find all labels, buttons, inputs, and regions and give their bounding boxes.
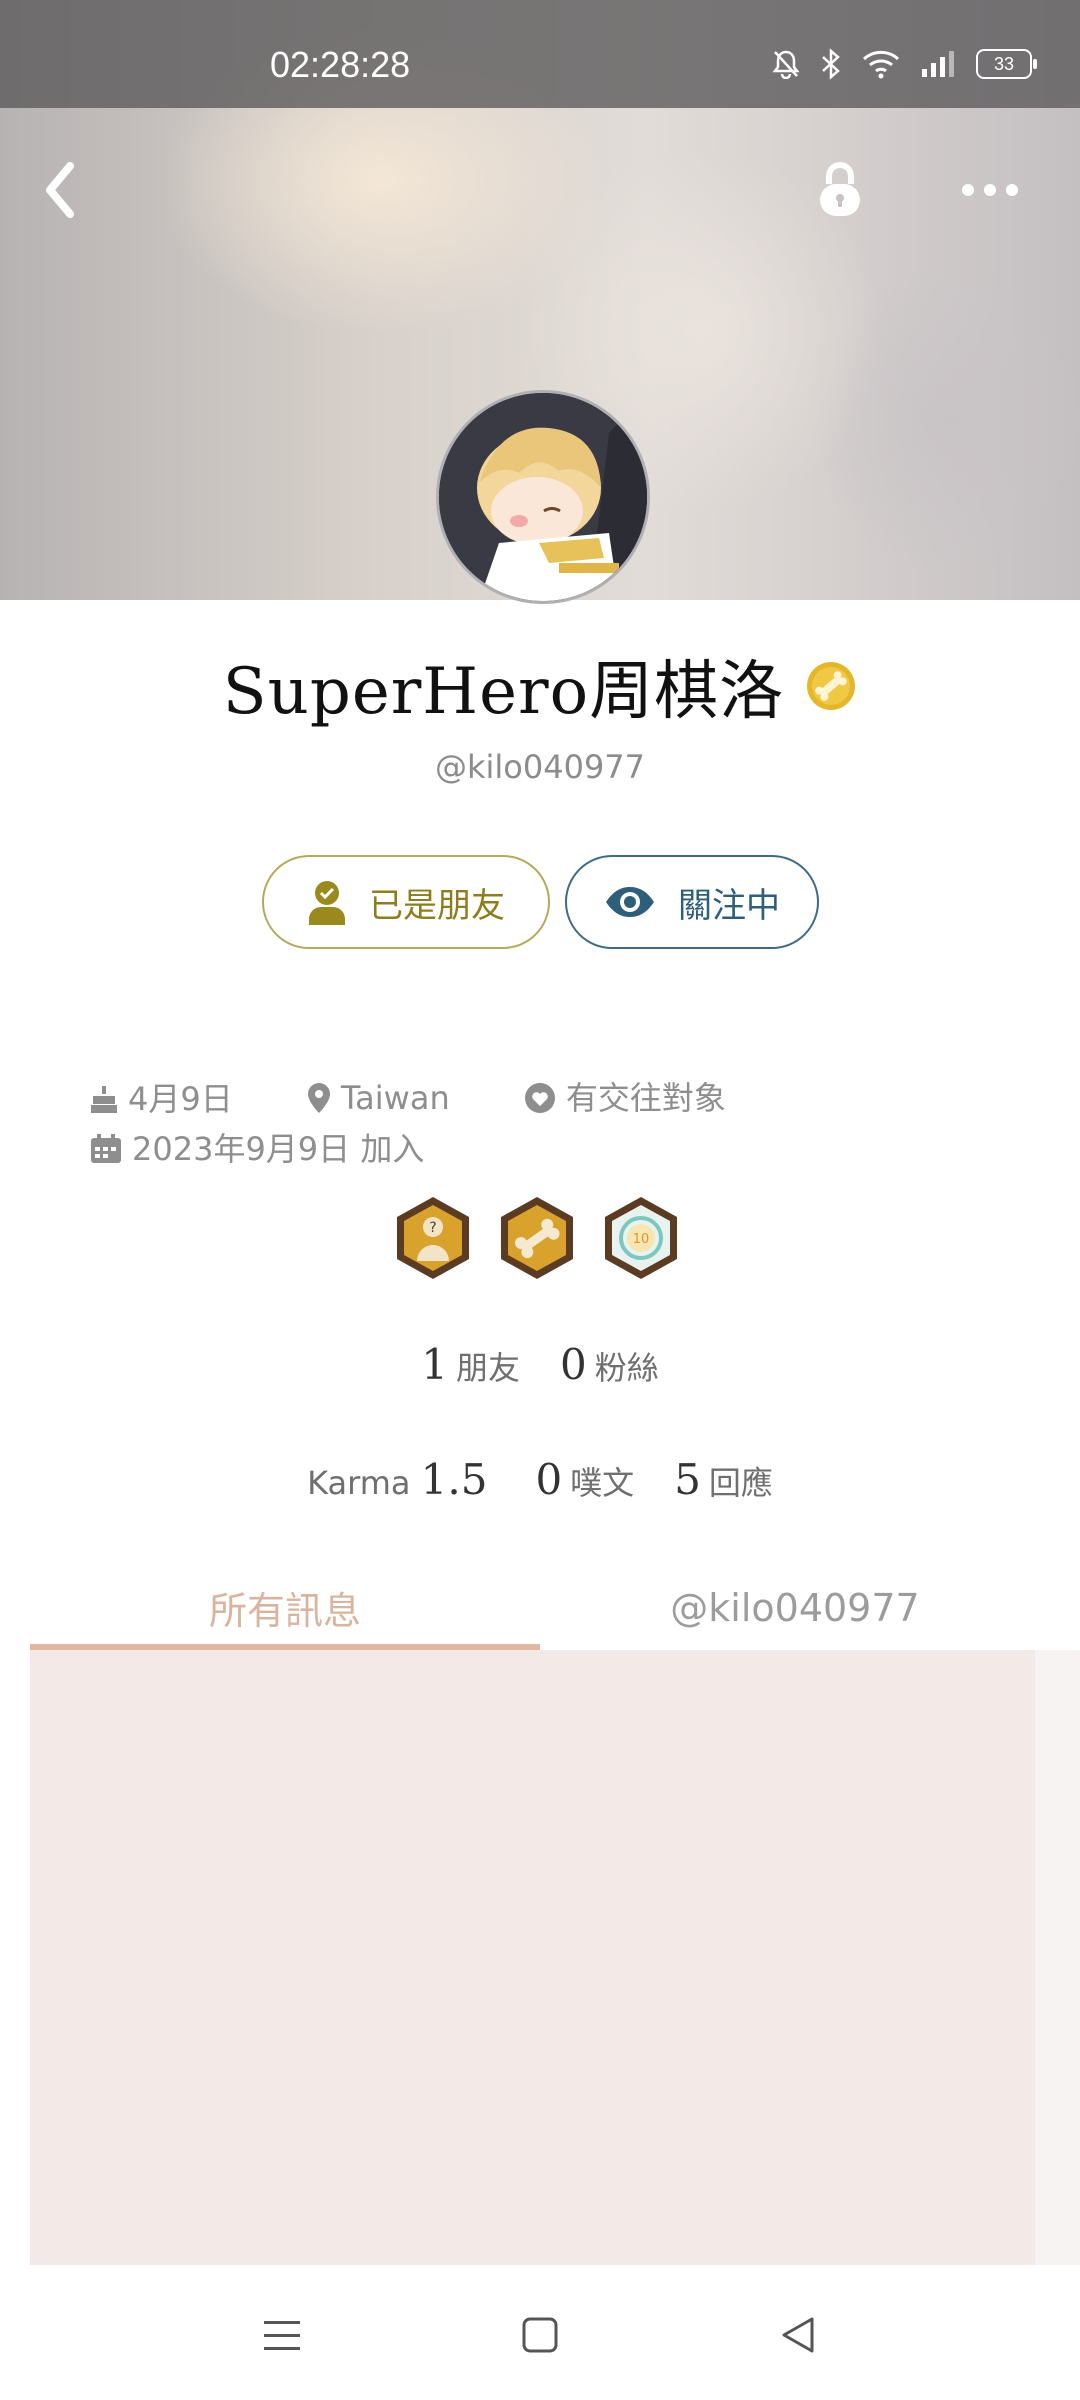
friends-count: 1 — [421, 1340, 448, 1389]
friends-label[interactable]: 朋友 — [456, 1349, 520, 1387]
more-horizontal-icon — [962, 184, 1018, 196]
mystery-user-badge-icon[interactable]: ? — [393, 1195, 473, 1285]
replies-count: 5 — [674, 1455, 701, 1504]
gold-badge-icon — [805, 660, 857, 712]
battery-icon: 33 — [976, 49, 1037, 79]
achievement-badges: ? 10 — [393, 1195, 681, 1285]
lock-icon — [820, 162, 860, 216]
tab-user-handle[interactable]: @kilo040977 — [540, 1565, 1050, 1650]
calendar-icon — [91, 1134, 121, 1163]
cake-icon — [91, 1086, 117, 1113]
social-stats: 1 朋友 0 粉絲 — [0, 1340, 1080, 1389]
profile-name: SuperHero周棋洛 — [222, 655, 785, 729]
profile-name-row: SuperHero周棋洛 — [0, 640, 1080, 732]
tab-all-messages[interactable]: 所有訊息 — [30, 1565, 540, 1650]
system-nav-bar — [0, 2265, 1080, 2400]
following-label: 關注中 — [678, 885, 780, 926]
ten-badge-icon[interactable]: 10 — [601, 1195, 681, 1285]
friend-status-button[interactable]: 已是朋友 — [262, 855, 550, 949]
side-strip — [1035, 1650, 1080, 2265]
home-button[interactable] — [510, 2305, 570, 2365]
menu-lines-icon — [264, 2321, 300, 2350]
chevron-left-icon — [46, 162, 74, 218]
avatar[interactable] — [436, 390, 650, 604]
back-button[interactable] — [20, 150, 100, 230]
joined-info: 2023年9月9日 加入 — [90, 1126, 424, 1172]
profile-info: 4月9日 Taiwan 有交往對象 2023年9月9日 加入 — [90, 1075, 990, 1176]
timeline-content[interactable] — [30, 1650, 1035, 2265]
status-time: 02:28:28 — [270, 44, 411, 85]
bluetooth-icon — [820, 48, 842, 80]
location-info: Taiwan — [307, 1075, 450, 1121]
profile-handle: @kilo040977 — [434, 748, 646, 786]
wifi-icon — [862, 49, 900, 79]
square-icon — [522, 2317, 558, 2353]
karma-label: Karma — [307, 1464, 411, 1502]
back-nav-button[interactable] — [768, 2305, 828, 2365]
status-bar: 02:28:28 33 — [0, 0, 1080, 108]
svg-text:10: 10 — [633, 1232, 650, 1247]
svg-text:?: ? — [429, 1220, 436, 1236]
birthday-info: 4月9日 — [90, 1076, 233, 1122]
friend-check-icon — [309, 881, 345, 925]
replies-label: 回應 — [708, 1464, 773, 1502]
eye-icon — [606, 887, 654, 917]
recent-apps-button[interactable] — [252, 2305, 312, 2365]
status-icons: 33 — [772, 48, 1037, 80]
karma-value: 1.5 — [420, 1455, 488, 1504]
activity-stats: Karma 1.5 0 噗文 5 回應 — [0, 1455, 1080, 1504]
relationship-info: 有交往對象 — [524, 1075, 726, 1121]
fans-count: 0 — [560, 1340, 587, 1389]
more-options-button[interactable] — [950, 150, 1030, 230]
friend-status-label: 已是朋友 — [369, 885, 505, 926]
mute-icon — [772, 49, 800, 79]
heart-icon — [524, 1083, 555, 1113]
triangle-back-icon — [782, 2317, 814, 2353]
location-pin-icon — [307, 1083, 330, 1113]
profile-tabs: 所有訊息 @kilo040977 — [30, 1565, 1050, 1650]
posts-label: 噗文 — [570, 1464, 635, 1502]
signal-icon — [920, 49, 956, 79]
bone-badge-icon[interactable] — [497, 1195, 577, 1285]
fans-label[interactable]: 粉絲 — [595, 1349, 659, 1387]
privacy-lock-button[interactable] — [800, 150, 880, 230]
posts-count: 0 — [535, 1455, 563, 1504]
following-button[interactable]: 關注中 — [565, 855, 819, 949]
